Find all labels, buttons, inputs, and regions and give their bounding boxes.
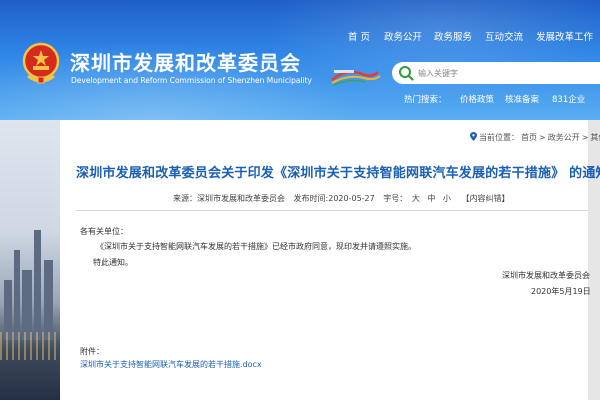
article-title: 深圳市发展和改革委员会关于印发《深圳市关于支持智能网联汽车发展的若干措施》 的通…	[76, 166, 600, 181]
breadcrumb-separator: >	[539, 133, 546, 142]
building-shape	[44, 260, 53, 340]
hot-search-item[interactable]: 核准备案	[505, 93, 539, 105]
location-pin-icon	[470, 132, 477, 141]
city-background-image	[0, 120, 60, 400]
breadcrumb-home[interactable]: 首页	[521, 133, 537, 142]
divider	[76, 210, 588, 211]
site-title: 深圳市发展和改革委员会	[70, 51, 301, 75]
hot-search-bar: 热门搜索： 价格政策 核准备案 831企业	[392, 93, 600, 109]
font-size-small-button[interactable]: 小	[443, 194, 451, 203]
hot-search-item[interactable]: 价格政策	[460, 93, 494, 105]
breadcrumb-gov-affairs[interactable]: 政务公开	[548, 133, 580, 142]
national-emblem-icon	[22, 42, 60, 84]
building-shape	[4, 280, 12, 340]
nav-interaction[interactable]: 互动交流	[485, 29, 523, 43]
hot-search-label: 热门搜索：	[404, 95, 447, 105]
font-size-large-button[interactable]: 大	[412, 194, 420, 203]
content-error-link[interactable]: 【内容纠错】	[461, 194, 509, 203]
site-subtitle: Development and Reform Commission of She…	[71, 76, 312, 85]
nav-government-affairs[interactable]: 政务公开	[384, 29, 422, 43]
top-navigation: 首 页 政务公开 政务服务 互动交流 发展改革工作	[340, 29, 600, 43]
nav-home[interactable]: 首 页	[348, 29, 370, 43]
building-shape	[22, 270, 32, 340]
building-shape	[14, 250, 20, 340]
city-lights	[0, 332, 60, 360]
search-input[interactable]	[418, 66, 588, 80]
search-icon[interactable]	[398, 65, 414, 81]
attachment-label: 附件：	[80, 347, 104, 356]
signature-org: 深圳市发展和改革委员会	[502, 271, 590, 280]
breadcrumb-other[interactable]: 其他	[590, 133, 600, 142]
nav-government-services[interactable]: 政务服务	[434, 29, 472, 43]
body-paragraph: 《深圳市关于支持智能网联汽车发展的若干措施》已经市政府同意，现印发并请遵照实施。	[96, 242, 416, 251]
attachment-link[interactable]: 深圳市关于支持智能网联汽车发展的若干措施.docx	[80, 359, 262, 370]
breadcrumb-separator: >	[581, 133, 589, 142]
site-header: 深圳市发展和改革委员会 Development and Reform Commi…	[0, 0, 600, 120]
article-publish-time: 发布时间:2020-05-27	[293, 194, 375, 203]
shenzhen-logo-icon	[331, 70, 381, 86]
article-meta: 来源：深圳市发展和改革委员会 发布时间:2020-05-27 字号： 大 中 小…	[173, 193, 593, 204]
right-gutter	[588, 120, 600, 400]
closing-text: 特此通知。	[93, 258, 133, 267]
article-source: 来源：深圳市发展和改革委员会	[173, 194, 285, 203]
font-size-medium-button[interactable]: 中	[427, 194, 435, 203]
hot-search-item[interactable]: 831企业	[552, 93, 585, 105]
font-size-label: 字号：	[383, 194, 408, 203]
building-shape	[34, 230, 41, 340]
breadcrumb-label: 当前位置：	[479, 133, 519, 142]
nav-reform-work[interactable]: 发展改革工作	[536, 29, 593, 43]
breadcrumb: 当前位置：首页>政务公开>其他	[470, 132, 600, 144]
signature-date: 2020年5月19日	[531, 287, 591, 296]
salutation: 各有关单位：	[80, 227, 128, 236]
